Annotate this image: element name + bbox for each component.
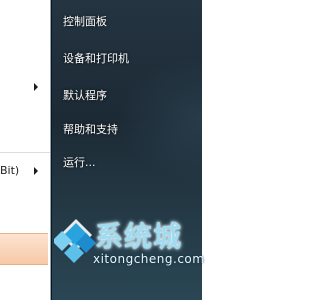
menu-item-devices-printers[interactable]: 设备和打印机 xyxy=(57,47,193,71)
menu-item-default-programs[interactable]: 默认程序 xyxy=(57,84,193,108)
program-list-pane: Bit) xyxy=(0,0,50,300)
watermark-url: xitongcheng.com xyxy=(93,252,205,266)
divider xyxy=(0,152,50,153)
menu-item-help-support[interactable]: 帮助和支持 xyxy=(57,118,193,142)
menu-item-run[interactable]: 运行... xyxy=(57,151,193,175)
program-item-label[interactable]: Bit) xyxy=(0,164,19,178)
submenu-arrow-icon[interactable] xyxy=(34,83,38,91)
search-box[interactable] xyxy=(0,233,48,265)
watermark-logo-text: 系统城 xyxy=(95,220,183,253)
menu-item-control-panel[interactable]: 控制面板 xyxy=(57,10,193,34)
submenu-arrow-icon[interactable] xyxy=(34,167,38,175)
